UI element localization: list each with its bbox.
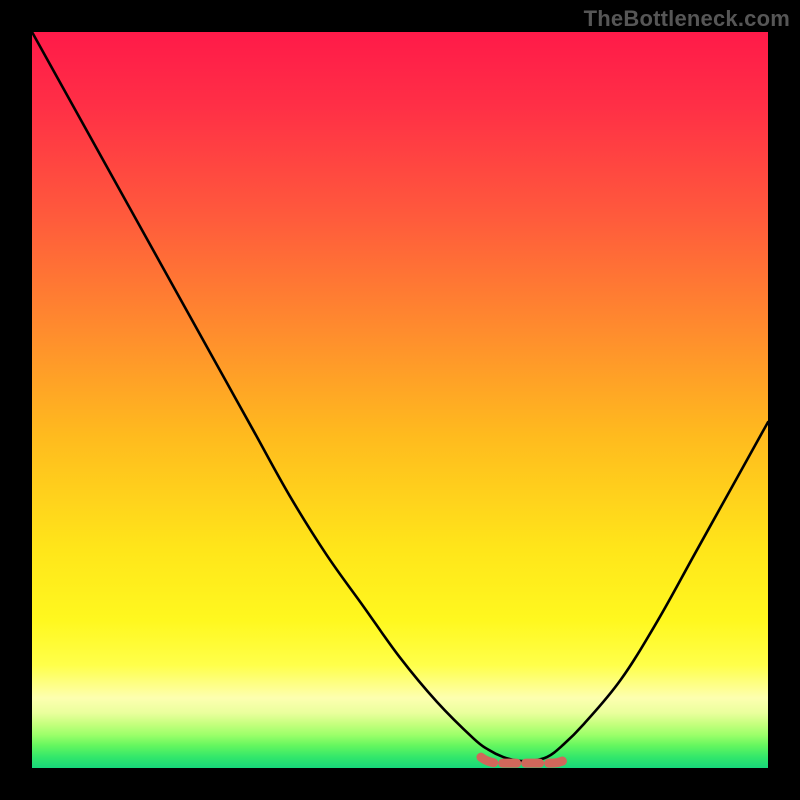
plot-area xyxy=(32,32,768,768)
watermark-text: TheBottleneck.com xyxy=(584,6,790,32)
chart-svg xyxy=(32,32,768,768)
outer-frame: TheBottleneck.com xyxy=(0,0,800,800)
